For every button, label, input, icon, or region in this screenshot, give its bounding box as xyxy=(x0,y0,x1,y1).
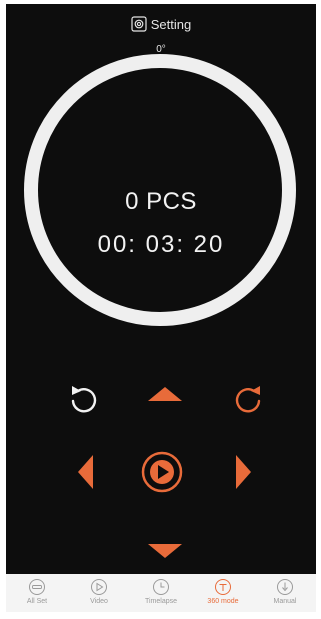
arrow-left-icon[interactable] xyxy=(74,452,96,492)
tab-360-mode[interactable]: 360 mode xyxy=(193,578,253,606)
tab-all-set[interactable]: All Set xyxy=(7,578,67,606)
arrow-down-icon[interactable] xyxy=(145,540,185,560)
tab-label: Timelapse xyxy=(144,598,178,605)
video-play-icon xyxy=(91,579,107,595)
setting-button[interactable]: Setting xyxy=(6,16,316,32)
play-button[interactable] xyxy=(140,450,184,494)
rotate-ccw-icon[interactable] xyxy=(66,382,100,416)
360-mode-icon xyxy=(215,579,231,595)
tab-label: All Set xyxy=(26,598,48,605)
tab-manual[interactable]: Manual xyxy=(255,578,315,606)
tab-label: Video xyxy=(90,598,108,605)
clock-icon xyxy=(153,579,169,595)
setting-label: Setting xyxy=(150,16,192,32)
arrow-up-icon[interactable] xyxy=(145,385,185,405)
tab-label: 360 mode xyxy=(207,598,239,605)
manual-icon xyxy=(277,579,293,595)
gear-icon xyxy=(131,16,147,32)
bottom-tab-bar: All Set Video Timelapse 360 mode Manual xyxy=(6,574,316,612)
arrow-right-icon[interactable] xyxy=(233,452,255,492)
tab-video[interactable]: Video xyxy=(69,578,129,606)
timer-readout: 00: 03: 20 xyxy=(97,231,225,258)
all-set-icon xyxy=(29,579,45,595)
tab-label: Manual xyxy=(273,598,297,605)
rotate-cw-icon[interactable] xyxy=(232,382,266,416)
app-screen: Setting 0° 0 PCS 00: 03: 20 xyxy=(6,4,316,612)
tab-timelapse[interactable]: Timelapse xyxy=(131,578,191,606)
pieces-count: 0 PCS xyxy=(125,188,197,215)
